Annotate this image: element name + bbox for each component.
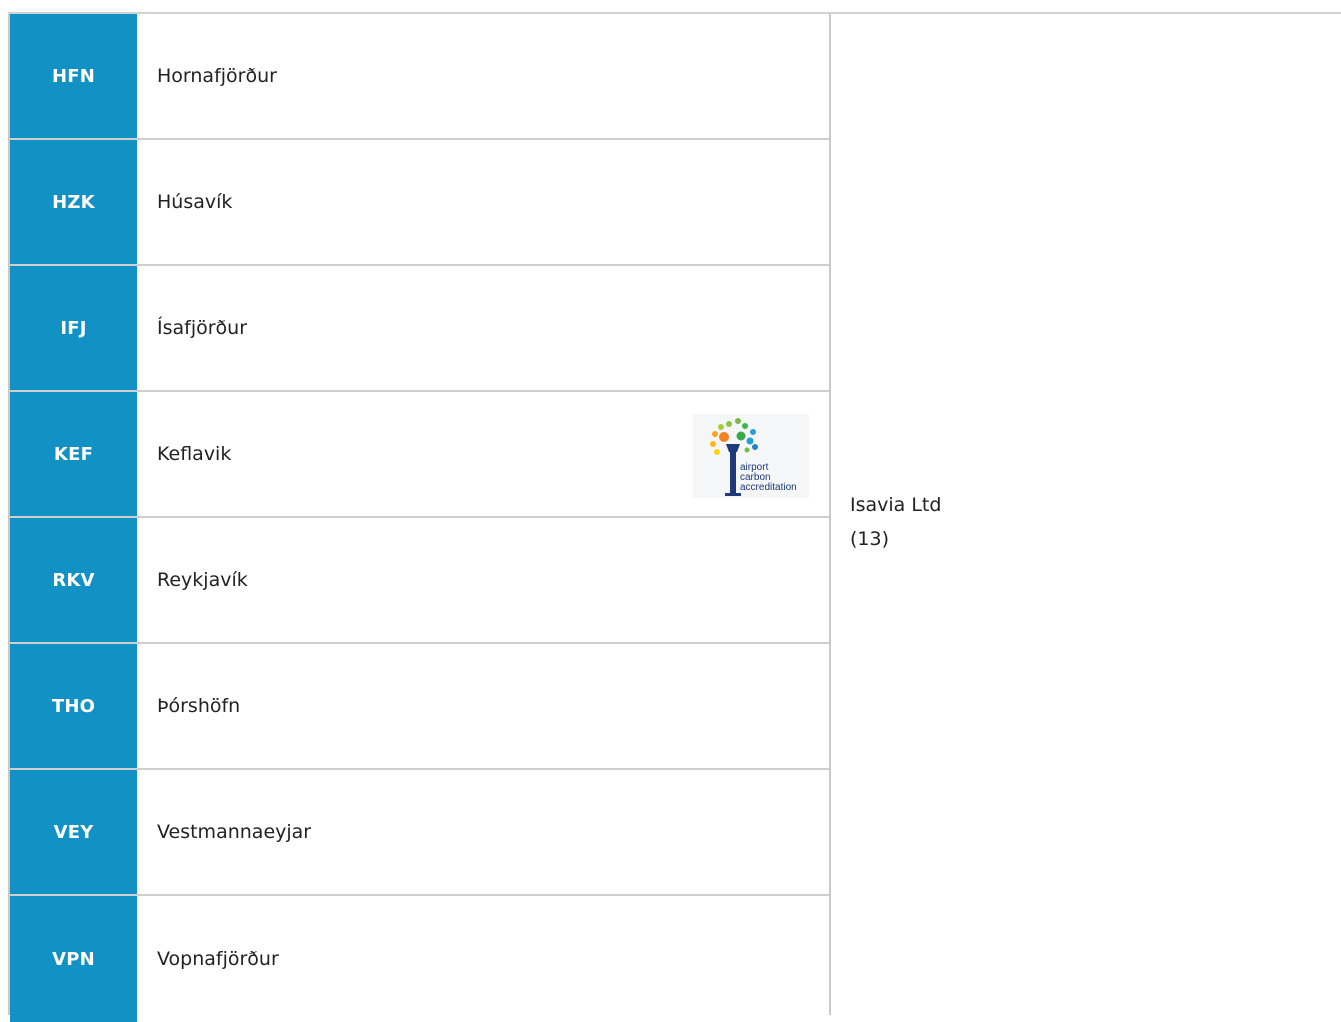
airport-table: HFN Hornafjörður HZK Húsavík IFJ Ísafjör…: [8, 12, 1341, 1022]
logo-text-accreditation: accreditation: [740, 482, 797, 493]
airport-name: Hornafjörður: [157, 65, 277, 87]
table-row-rkv: RKV Reykjavík: [10, 518, 829, 644]
airport-name: Vopnafjörður: [157, 948, 279, 970]
airport-code: IFJ: [10, 266, 137, 390]
table-row-ifj: IFJ Ísafjörður: [10, 266, 829, 392]
airport-name: Vestmannaeyjar: [157, 821, 312, 843]
operator-name: Isavia Ltd: [850, 494, 942, 516]
airport-name: Keflavik: [157, 443, 232, 465]
table-row-vey: VEY Vestmannaeyjar: [10, 770, 829, 896]
operator-cell: Isavia Ltd (13): [850, 488, 941, 556]
airport-list: HFN Hornafjörður HZK Húsavík IFJ Ísafjör…: [8, 14, 831, 1022]
airport-code: KEF: [10, 392, 137, 516]
airport-code: VEY: [10, 770, 137, 894]
airport-code: HZK: [10, 140, 137, 264]
table-row-kef: KEF Keflavik airport carbon accreditatio…: [10, 392, 829, 518]
table-row-tho: THO Þórshöfn: [10, 644, 829, 770]
airport-name: Ísafjörður: [157, 317, 248, 339]
airport-carbon-accreditation-logo[interactable]: airport carbon accreditation: [693, 414, 809, 498]
table-row-vpn: VPN Vopnafjörður: [10, 896, 829, 1022]
airport-name: Þórshöfn: [157, 695, 241, 717]
table-row-hzk: HZK Húsavík: [10, 140, 829, 266]
tree-tower-icon: airport carbon accreditation: [710, 418, 797, 496]
airport-name: Húsavík: [157, 191, 233, 213]
airport-code: RKV: [10, 518, 137, 642]
operator-count: (13): [850, 528, 890, 550]
table-row-hfn: HFN Hornafjörður: [10, 14, 829, 140]
airport-code: THO: [10, 644, 137, 768]
airport-code: HFN: [10, 14, 137, 138]
airport-code: VPN: [10, 896, 137, 1022]
airport-name: Reykjavík: [157, 569, 248, 591]
